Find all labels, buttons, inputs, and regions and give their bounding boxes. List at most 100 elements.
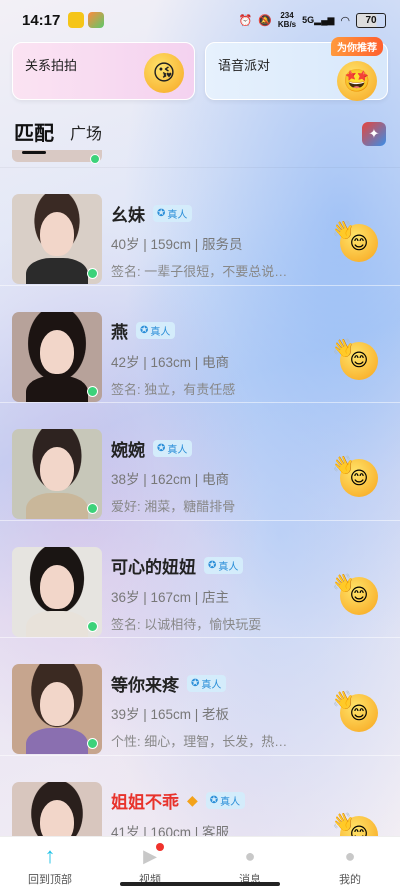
- wave-greet-button[interactable]: 👋 😊: [332, 338, 378, 380]
- verified-badge: ✪ 真人: [153, 439, 193, 457]
- mute-icon: 🔕: [258, 14, 272, 27]
- wave-greet-button[interactable]: 👋 😊: [332, 812, 378, 836]
- app-notification-icon-1: [68, 12, 85, 28]
- list-item[interactable]: 幺妹 ✪ 真人 40岁 | 159cm | 服务员 签名: 一辈子很短，不要总说……: [0, 168, 400, 286]
- verified-label: 真人: [167, 209, 188, 221]
- status-right: ⏰ 🔕 234 KB/s 5G▂▄▆ ◠ 70: [238, 11, 386, 29]
- user-list[interactable]: 幺妹 ✪ 真人 40岁 | 159cm | 服务员 签名: 一辈子很短，不要总说……: [0, 150, 400, 836]
- avatar[interactable]: [12, 781, 102, 836]
- relationship-card[interactable]: 关系拍拍 😘: [12, 42, 195, 100]
- alarm-icon: ⏰: [238, 14, 253, 27]
- wave-greet-button[interactable]: 👋 😊: [332, 573, 378, 615]
- user-bio: 个性: 细心，理智，长发，热…: [111, 734, 288, 749]
- list-item[interactable]: 婉婉 ✪ 真人 38岁 | 162cm | 电商 爱好: 湘菜，糖醋排骨 👋 😊: [0, 403, 400, 521]
- user-meta: 38岁 | 162cm | 电商: [111, 472, 230, 487]
- verified-label: 真人: [150, 327, 171, 338]
- nav-back-to-top[interactable]: ↑ 回到顶部: [0, 837, 100, 889]
- user-name: 婉婉: [111, 440, 145, 460]
- app-notification-icon-2: [88, 12, 105, 28]
- tab-match[interactable]: 匹配: [14, 117, 54, 154]
- list-item-partial: [0, 150, 400, 168]
- user-name: 等你来疼: [111, 675, 179, 695]
- verified-icon: ✪: [157, 207, 166, 219]
- user-name: 燕: [111, 323, 128, 342]
- message-icon: ●: [244, 845, 256, 866]
- verified-label: 真人: [201, 679, 222, 691]
- nav-label: 回到顶部: [28, 874, 72, 886]
- list-item[interactable]: 等你来疼 ✪ 真人 39岁 | 165cm | 老板 个性: 细心，理智，长发，热…: [0, 638, 400, 756]
- status-time: 14:17: [22, 11, 61, 29]
- wave-hand-icon: 👋: [332, 690, 355, 710]
- notification-dot: [156, 843, 164, 851]
- user-bio: 签名: 独立，有责任感: [111, 381, 236, 397]
- tab-bar: 匹配 广场 ✦: [14, 112, 386, 154]
- verified-badge: ✪ 真人: [205, 792, 246, 809]
- user-meta: 42岁 | 163cm | 电商: [111, 354, 230, 370]
- online-indicator: [87, 738, 98, 749]
- battery-level: 70: [365, 14, 377, 26]
- verified-icon: ✪: [157, 442, 166, 454]
- user-meta: 41岁 | 160cm | 客服: [111, 824, 230, 837]
- home-indicator[interactable]: [120, 882, 280, 886]
- nav-label: 我的: [339, 874, 361, 886]
- user-meta: 40岁 | 159cm | 服务员: [111, 237, 243, 252]
- verified-badge: ✪ 真人: [136, 322, 176, 339]
- verified-badge: ✪ 真人: [187, 674, 227, 692]
- profile-icon: ●: [344, 845, 356, 866]
- relationship-card-label: 关系拍拍: [25, 58, 78, 73]
- user-bio: 签名: 以诚相待，愉快玩耍: [111, 616, 262, 632]
- kiss-emoji-icon: 😘: [144, 53, 184, 93]
- wave-greet-button[interactable]: 👋 😊: [332, 220, 378, 262]
- user-name: 姐姐不乖: [111, 793, 179, 812]
- user-bio: 签名: 一辈子很短，不要总说…: [111, 264, 288, 279]
- user-meta: 36岁 | 167cm | 店主: [111, 589, 230, 605]
- notification-icons: [68, 12, 105, 28]
- verified-badge: ✪ 真人: [204, 557, 244, 574]
- wave-greet-button[interactable]: 👋 😊: [332, 455, 378, 497]
- online-indicator: [87, 385, 98, 397]
- verified-icon: ✪: [191, 677, 200, 689]
- verified-icon: ✪: [140, 325, 149, 336]
- mascot-icon[interactable]: ✦: [362, 122, 386, 146]
- voice-party-card-label: 语音派对: [218, 58, 271, 73]
- net-speed-value: 234: [280, 11, 294, 20]
- verified-label: 真人: [167, 444, 188, 456]
- star-eyes-emoji-icon: 🤩: [337, 61, 377, 101]
- status-bar: 14:17 ⏰ 🔕 234 KB/s 5G▂▄▆ ◠ 70: [0, 0, 400, 40]
- net-speed: 234 KB/s: [278, 11, 296, 29]
- verified-icon: ✪: [209, 795, 219, 806]
- online-indicator: [90, 154, 100, 164]
- wave-hand-icon: 👋: [332, 220, 355, 240]
- list-item[interactable]: 燕 ✪ 真人 42岁 | 163cm | 电商 签名: 独立，有责任感 👋 😊: [0, 286, 400, 403]
- network-type: 5G: [302, 14, 315, 25]
- user-bio: 爱好: 湘菜，糖醋排骨: [111, 499, 236, 514]
- wifi-icon: ◠: [340, 14, 350, 27]
- signal-icon: 5G▂▄▆: [302, 14, 335, 25]
- net-speed-unit: KB/s: [277, 20, 297, 29]
- wave-hand-icon: 👋: [332, 572, 355, 593]
- wave-greet-button[interactable]: 👋 😊: [332, 690, 378, 732]
- online-indicator: [87, 268, 98, 279]
- user-name: 可心的妞妞: [111, 558, 196, 577]
- nav-profile[interactable]: ● 我的: [300, 837, 400, 889]
- verified-icon: ✪: [208, 560, 217, 571]
- verified-badge: ✪ 真人: [153, 204, 193, 222]
- online-indicator: [87, 503, 98, 514]
- diamond-icon: ◆: [187, 792, 198, 808]
- user-name: 幺妹: [111, 205, 145, 225]
- recommend-badge: 为你推荐: [331, 37, 383, 56]
- list-item[interactable]: 可心的妞妞 ✪ 真人 36岁 | 167cm | 店主 签名: 以诚相待，愉快玩耍…: [0, 521, 400, 638]
- verified-label: 真人: [220, 797, 241, 808]
- arrow-up-icon: ↑: [44, 843, 56, 868]
- online-indicator: [87, 620, 98, 632]
- wave-hand-icon: 👋: [332, 811, 355, 832]
- wave-hand-icon: 👋: [332, 455, 355, 475]
- wave-hand-icon: 👋: [332, 337, 355, 358]
- voice-party-card[interactable]: 语音派对 为你推荐 🤩: [205, 37, 388, 101]
- user-meta: 39岁 | 165cm | 老板: [111, 707, 230, 722]
- list-item[interactable]: 姐姐不乖 ◆ ✪ 真人 41岁 | 160cm | 客服 👋 😊: [0, 756, 400, 837]
- tab-square[interactable]: 广场: [70, 120, 102, 146]
- feature-cards: 关系拍拍 😘 语音派对 为你推荐 🤩: [12, 37, 388, 102]
- battery-icon: 70: [356, 12, 386, 28]
- verified-label: 真人: [218, 562, 239, 573]
